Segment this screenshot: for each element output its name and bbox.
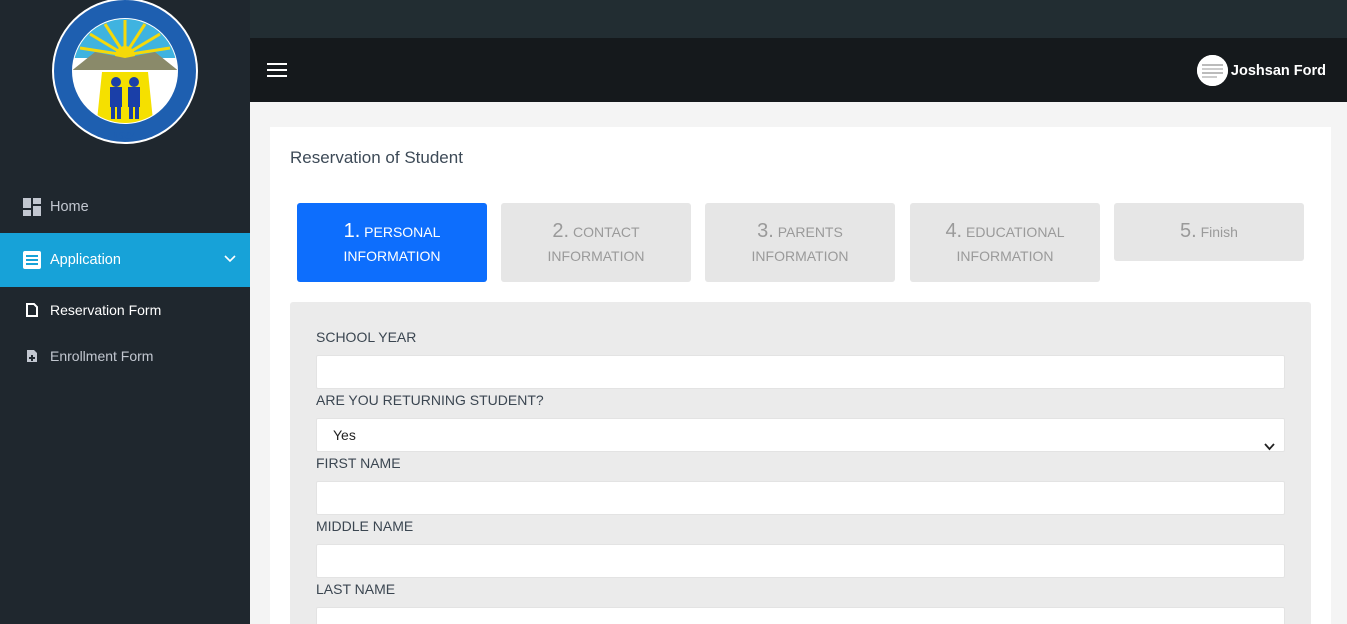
first-name-label: FIRST NAME <box>316 455 401 471</box>
step-label-line2: INFORMATION <box>343 248 441 264</box>
step-parents-information[interactable]: 3. PARENTS INFORMATION <box>705 203 895 282</box>
step-number: 3. <box>757 220 774 242</box>
middle-name-label: MIDDLE NAME <box>316 518 414 534</box>
sidebar-item-home[interactable]: Home <box>0 180 250 233</box>
avatar <box>1196 55 1228 86</box>
last-name-label: LAST NAME <box>316 581 396 597</box>
step-number: 1. <box>343 220 361 242</box>
step-label-line2: INFORMATION <box>956 248 1054 264</box>
sidebar-subitem-label: Reservation Form <box>50 302 162 318</box>
sidebar-item-application[interactable]: Application <box>0 233 250 287</box>
step-number: 4. <box>945 220 963 242</box>
step-finish[interactable]: 5. Finish <box>1114 203 1304 261</box>
user-menu[interactable]: Joshsan Ford <box>1196 55 1326 86</box>
step-label-line2: INFORMATION <box>751 248 849 264</box>
step-label: PERSONAL <box>364 224 441 240</box>
reservation-card: Reservation of Student 1. PERSONAL INFOR… <box>270 127 1331 624</box>
step-label-line2: INFORMATION <box>547 248 645 264</box>
top-strip <box>250 0 1347 38</box>
sidebar-subitem-label: Enrollment Form <box>50 348 154 364</box>
sidebar-subitem-enrollment-form[interactable]: Enrollment Form <box>0 333 250 379</box>
step-personal-information[interactable]: 1. PERSONAL INFORMATION <box>297 203 487 282</box>
step-label: CONTACT <box>572 224 640 240</box>
sidebar: 1984 Home Application Reservation Form E… <box>0 0 250 624</box>
returning-student-label: ARE YOU RETURNING STUDENT? <box>316 392 544 408</box>
step-contact-information[interactable]: 2. CONTACT INFORMATION <box>501 203 691 282</box>
top-navbar: Joshsan Ford <box>250 38 1347 102</box>
returning-student-select[interactable]: Yes <box>316 418 1285 452</box>
chevron-down-icon <box>224 251 236 267</box>
hamburger-icon[interactable] <box>267 63 287 77</box>
logo-year: 1984 <box>112 132 137 142</box>
dashboard-icon <box>23 197 41 216</box>
personal-info-form: SCHOOL YEAR ARE YOU RETURNING STUDENT? Y… <box>290 302 1311 624</box>
step-label: EDUCATIONAL <box>966 224 1065 240</box>
school-year-input[interactable] <box>316 355 1285 389</box>
sidebar-nav: Home Application Reservation Form Enroll… <box>0 180 250 379</box>
step-label: PARENTS <box>777 224 843 240</box>
main-content: Reservation of Student 1. PERSONAL INFOR… <box>250 102 1347 624</box>
first-name-input[interactable] <box>316 481 1285 515</box>
last-name-input[interactable] <box>316 607 1285 624</box>
chevron-down-icon <box>1264 430 1275 462</box>
step-number: 5. <box>1180 220 1197 242</box>
sidebar-item-label: Application <box>50 252 121 268</box>
step-number: 2. <box>552 220 570 242</box>
school-year-label: SCHOOL YEAR <box>316 329 417 345</box>
returning-student-value: Yes <box>333 427 356 443</box>
file-plus-icon <box>26 349 40 363</box>
sidebar-subitem-reservation-form[interactable]: Reservation Form <box>0 287 250 333</box>
user-name: Joshsan Ford <box>1230 62 1326 79</box>
list-icon <box>23 251 41 269</box>
step-label: Finish <box>1200 224 1238 240</box>
step-educational-information[interactable]: 4. EDUCATIONAL INFORMATION <box>910 203 1100 282</box>
file-icon <box>26 303 40 317</box>
middle-name-input[interactable] <box>316 544 1285 578</box>
sidebar-item-label: Home <box>50 198 89 215</box>
school-logo[interactable]: 1984 <box>50 0 200 145</box>
page-title: Reservation of Student <box>290 148 463 167</box>
